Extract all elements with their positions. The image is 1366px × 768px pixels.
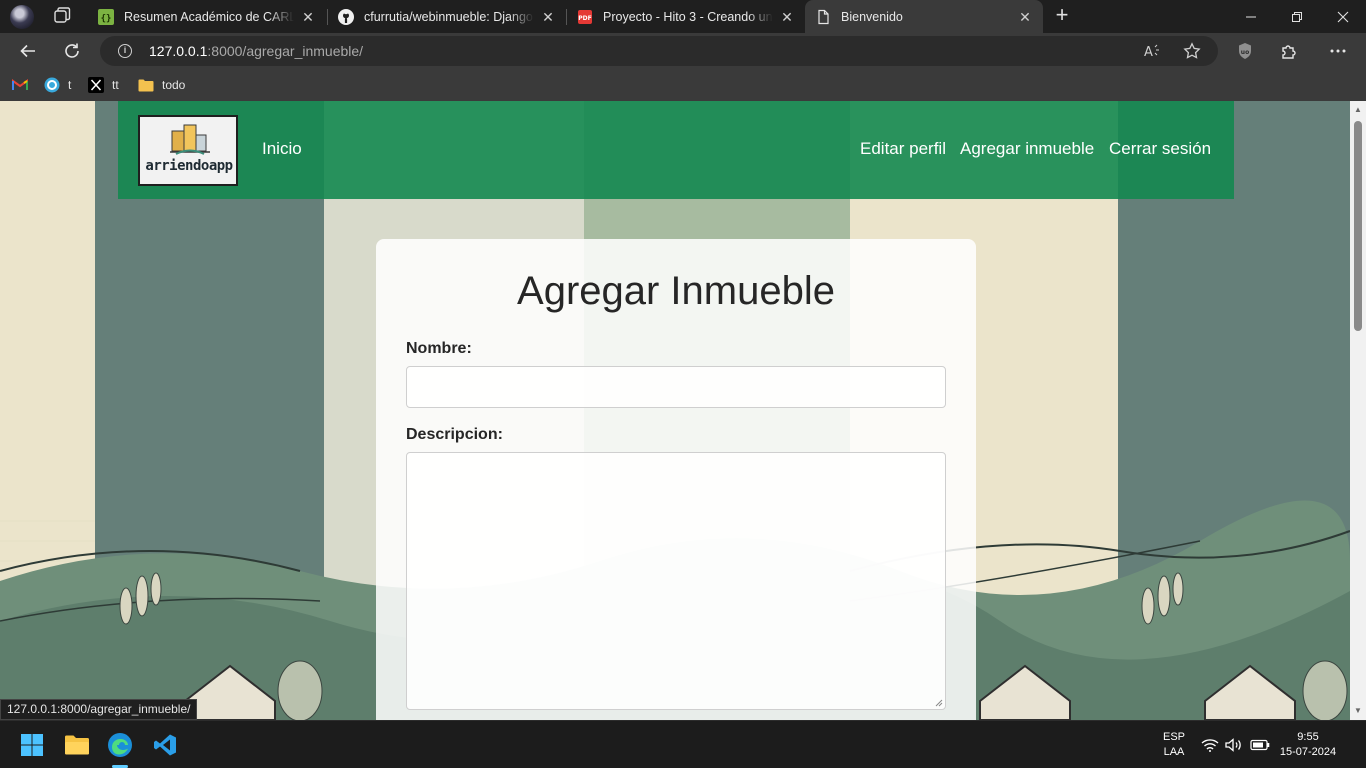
scrollbar-thumb[interactable] xyxy=(1354,121,1362,331)
svg-text:{}: {} xyxy=(101,14,112,24)
close-tab-icon[interactable]: ✕ xyxy=(779,9,795,25)
form-title: Agregar Inmueble xyxy=(517,269,835,313)
tab-proyecto[interactable]: PDF Proyecto - Hito 3 - Creando una ✕ xyxy=(567,0,805,33)
tab-bienvenido[interactable]: Bienvenido ✕ xyxy=(805,0,1043,33)
close-tab-icon[interactable]: ✕ xyxy=(540,9,556,25)
tab-title: Proyecto - Hito 3 - Creando una xyxy=(603,9,773,24)
tab-strip: {} Resumen Académico de CARLOS ✕ cfurrut… xyxy=(0,0,1366,33)
nav-inicio[interactable]: Inicio xyxy=(262,139,302,159)
status-url: 127.0.0.1:8000/agregar_inmueble/ xyxy=(0,699,198,720)
nav-editar-perfil[interactable]: Editar perfil xyxy=(860,139,946,159)
battery-icon[interactable] xyxy=(1247,733,1273,757)
page-viewport: arriendoapp Inicio Editar perfil Agregar… xyxy=(0,101,1350,720)
nav-cerrar-sesion[interactable]: Cerrar sesión xyxy=(1109,139,1211,159)
language-indicator[interactable]: ESP LAA xyxy=(1158,730,1190,760)
ublock-icon[interactable]: uo xyxy=(1230,36,1260,66)
favorite-label: t xyxy=(68,78,72,92)
minimize-button[interactable] xyxy=(1228,0,1274,33)
browser-toolbar: i 127.0.0.1:8000/agregar_inmueble/ A uo xyxy=(0,33,1366,69)
extensions-icon[interactable] xyxy=(1274,36,1304,66)
favorite-todo[interactable]: todo xyxy=(138,76,185,94)
site-navbar: arriendoapp Inicio Editar perfil Agregar… xyxy=(118,101,1234,199)
windows-start-icon[interactable] xyxy=(16,729,48,761)
keyboard-layout: LAA xyxy=(1163,746,1185,758)
tab-github[interactable]: cfurrutia/webinmueble: Django y ✕ xyxy=(328,0,566,33)
github-icon xyxy=(338,8,354,25)
page-scrollbar[interactable]: ▲ ▼ xyxy=(1350,101,1366,720)
favorite-t[interactable]: t xyxy=(44,76,71,94)
read-aloud-icon[interactable]: A xyxy=(1142,41,1162,61)
scroll-up-icon[interactable]: ▲ xyxy=(1353,105,1363,115)
descripcion-textarea[interactable] xyxy=(406,452,946,710)
favorite-gmail[interactable] xyxy=(12,76,36,94)
favorites-bar: t tt todo xyxy=(0,69,1366,101)
vscode-icon[interactable] xyxy=(149,729,181,761)
tab-resumen[interactable]: {} Resumen Académico de CARLOS ✕ xyxy=(88,0,326,33)
svg-text:PDF: PDF xyxy=(578,15,591,22)
close-window-button[interactable] xyxy=(1320,0,1366,33)
tab-title: Resumen Académico de CARLOS xyxy=(124,9,294,24)
refresh-button[interactable] xyxy=(57,36,87,66)
favorite-label: tt xyxy=(112,78,119,92)
site-info-icon[interactable]: i xyxy=(118,44,132,58)
workspaces-icon[interactable] xyxy=(52,6,72,26)
page-icon xyxy=(815,9,831,25)
gmail-icon xyxy=(12,77,28,93)
svg-text:A: A xyxy=(1144,45,1153,59)
code-icon: {} xyxy=(98,8,114,25)
nombre-input[interactable] xyxy=(406,366,946,408)
language-code: ESP xyxy=(1162,731,1185,743)
file-explorer-icon[interactable] xyxy=(61,729,93,761)
profile-avatar[interactable] xyxy=(10,5,34,29)
address-url[interactable]: 127.0.0.1:8000/agregar_inmueble/ xyxy=(149,43,363,59)
form-card: Agregar Inmueble Nombre: Descripcion: xyxy=(376,239,976,720)
edge-icon xyxy=(44,77,60,93)
favorite-label: todo xyxy=(162,78,186,92)
arriendoapp-logo[interactable]: arriendoapp xyxy=(138,115,238,186)
restore-button[interactable] xyxy=(1274,0,1320,33)
nav-agregar-inmueble[interactable]: Agregar inmueble xyxy=(960,139,1094,159)
wifi-icon[interactable] xyxy=(1198,733,1222,757)
taskbar: ESP LAA 9:55 15-07-2024 xyxy=(0,720,1366,768)
pdf-icon: PDF xyxy=(577,9,593,25)
tab-title: Bienvenido xyxy=(841,9,903,24)
svg-text:uo: uo xyxy=(1241,49,1249,56)
close-tab-icon[interactable]: ✕ xyxy=(300,9,316,25)
address-bar[interactable]: i 127.0.0.1:8000/agregar_inmueble/ A xyxy=(100,36,1218,66)
folder-icon xyxy=(138,77,154,93)
clock-date: 15-07-2024 xyxy=(1279,746,1337,758)
clock-time: 9:55 xyxy=(1297,731,1319,743)
descripcion-label: Descripcion: xyxy=(406,426,503,443)
clock[interactable]: 9:55 15-07-2024 xyxy=(1278,730,1338,760)
nombre-label: Nombre: xyxy=(406,340,472,357)
building-icon xyxy=(170,124,210,155)
favorite-star-icon[interactable] xyxy=(1182,41,1202,61)
url-path: :8000/agregar_inmueble/ xyxy=(207,43,364,59)
close-tab-icon[interactable]: ✕ xyxy=(1017,9,1033,25)
new-tab-button[interactable]: + xyxy=(1050,4,1074,27)
volume-icon[interactable] xyxy=(1222,733,1246,757)
tab-title: cfurrutia/webinmueble: Django y xyxy=(364,9,534,24)
scroll-down-icon[interactable]: ▼ xyxy=(1353,706,1363,716)
url-host: 127.0.0.1 xyxy=(149,43,208,59)
favorite-tt[interactable]: tt xyxy=(88,76,119,94)
resize-handle-icon[interactable] xyxy=(935,699,943,707)
back-button[interactable] xyxy=(13,36,43,66)
more-options-icon[interactable] xyxy=(1323,36,1353,66)
edge-browser-icon[interactable] xyxy=(104,729,136,761)
x-icon xyxy=(88,77,104,93)
logo-text: arriendoapp xyxy=(145,158,233,174)
